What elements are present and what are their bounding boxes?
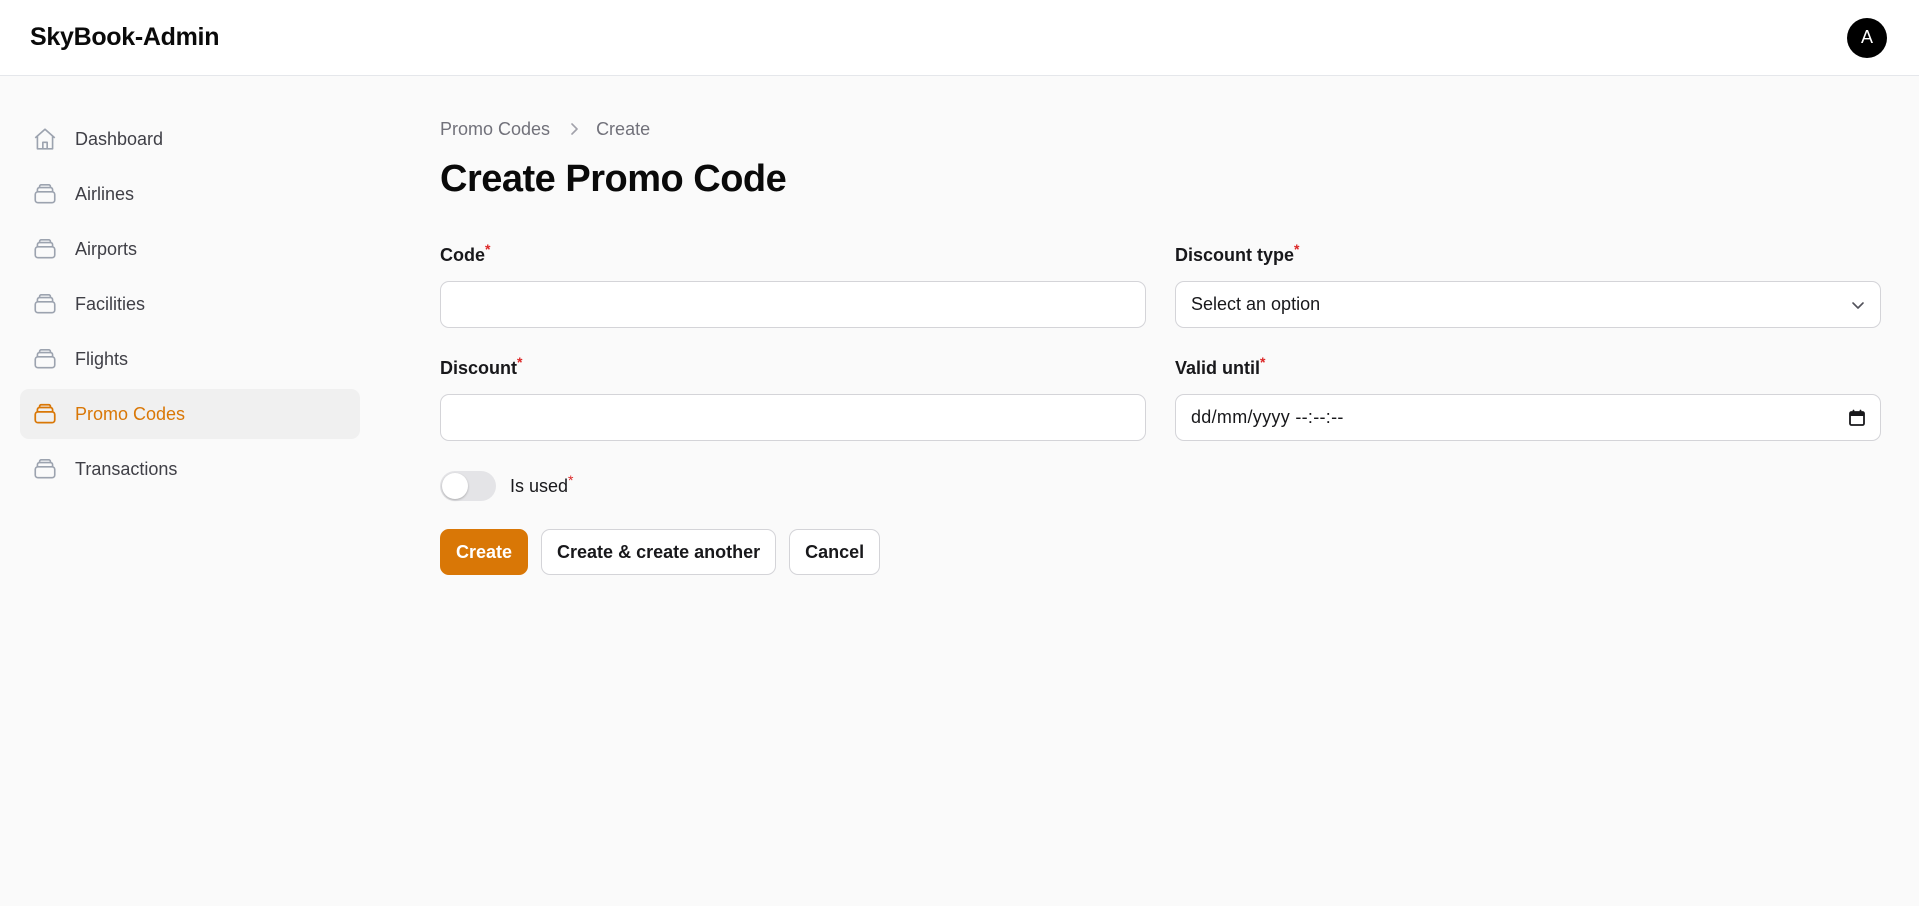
- sidebar-item-label: Dashboard: [75, 128, 164, 149]
- cancel-button[interactable]: Cancel: [789, 529, 881, 575]
- stack-icon: [32, 456, 58, 482]
- brand-logo[interactable]: SkyBook-Admin: [30, 23, 219, 52]
- sidebar-item-label: Facilities: [75, 293, 146, 314]
- main-content: Promo Codes Create Create Promo Code Cod…: [440, 116, 1882, 575]
- calendar-icon[interactable]: [1848, 409, 1866, 427]
- is-used-toggle[interactable]: [440, 471, 496, 501]
- sidebar-item-label: Flights: [75, 348, 129, 369]
- is-used-label: Is used*: [510, 471, 574, 496]
- discount-input-wrapper: [440, 394, 1146, 441]
- valid-until-placeholder: dd/mm/yyyy --:--:--: [1191, 407, 1344, 427]
- sidebar-item-label: Promo Codes: [75, 403, 186, 424]
- discount-type-label: Discount type*: [1175, 241, 1300, 265]
- home-icon: [32, 126, 58, 152]
- sidebar-item-transactions[interactable]: Transactions: [20, 444, 360, 494]
- sidebar-item-label: Transactions: [75, 458, 178, 479]
- is-used-field: Is used*: [440, 471, 1882, 501]
- code-input-wrapper: [440, 281, 1146, 328]
- sidebar-item-label: Airlines: [75, 183, 135, 204]
- sidebar-item-label: Airports: [75, 238, 138, 259]
- promo-code-form: Code* Discount type* Select an option Di…: [440, 241, 1882, 441]
- chevron-right-icon: [568, 122, 580, 136]
- breadcrumb-link-promo-codes[interactable]: Promo Codes: [440, 119, 550, 140]
- sidebar-item-dashboard[interactable]: Dashboard: [20, 114, 360, 164]
- required-mark: *: [568, 471, 574, 488]
- sidebar-item-airlines[interactable]: Airlines: [20, 169, 360, 219]
- top-bar: SkyBook-Admin A: [0, 0, 1919, 76]
- form-actions: Create Create & create another Cancel: [440, 529, 1882, 575]
- required-mark: *: [517, 354, 523, 370]
- valid-until-label: Valid until*: [1175, 354, 1266, 378]
- discount-type-selected-value: Select an option: [1191, 294, 1321, 314]
- discount-input[interactable]: [456, 407, 1130, 428]
- breadcrumb: Promo Codes Create: [440, 116, 1882, 142]
- required-mark: *: [1260, 354, 1266, 370]
- code-label: Code*: [440, 241, 491, 265]
- code-field: Code*: [440, 241, 1146, 328]
- discount-type-select[interactable]: Select an option: [1175, 281, 1881, 328]
- valid-until-input[interactable]: dd/mm/yyyy --:--:--: [1175, 394, 1881, 441]
- user-avatar[interactable]: A: [1847, 17, 1887, 58]
- discount-label: Discount*: [440, 354, 523, 378]
- stack-icon: [32, 401, 58, 427]
- code-input[interactable]: [456, 294, 1130, 315]
- create-button[interactable]: Create: [440, 529, 529, 575]
- stack-icon: [32, 291, 58, 317]
- sidebar-item-facilities[interactable]: Facilities: [20, 279, 360, 329]
- toggle-knob: [442, 473, 468, 499]
- valid-until-field: Valid until* dd/mm/yyyy --:--:--: [1175, 354, 1881, 441]
- stack-icon: [32, 181, 58, 207]
- discount-field: Discount*: [440, 354, 1146, 441]
- create-and-create-another-button[interactable]: Create & create another: [541, 529, 777, 575]
- stack-icon: [32, 346, 58, 372]
- stack-icon: [32, 236, 58, 262]
- sidebar: Dashboard Airlines Airports Facilities F…: [20, 114, 360, 499]
- chevron-down-icon: [1850, 297, 1866, 313]
- sidebar-item-airports[interactable]: Airports: [20, 224, 360, 274]
- required-mark: *: [485, 241, 491, 257]
- required-mark: *: [1294, 241, 1300, 257]
- sidebar-item-promo-codes[interactable]: Promo Codes: [20, 389, 360, 439]
- breadcrumb-current: Create: [596, 118, 651, 139]
- page-title: Create Promo Code: [440, 158, 787, 200]
- sidebar-item-flights[interactable]: Flights: [20, 334, 360, 384]
- discount-type-field: Discount type* Select an option: [1175, 241, 1881, 328]
